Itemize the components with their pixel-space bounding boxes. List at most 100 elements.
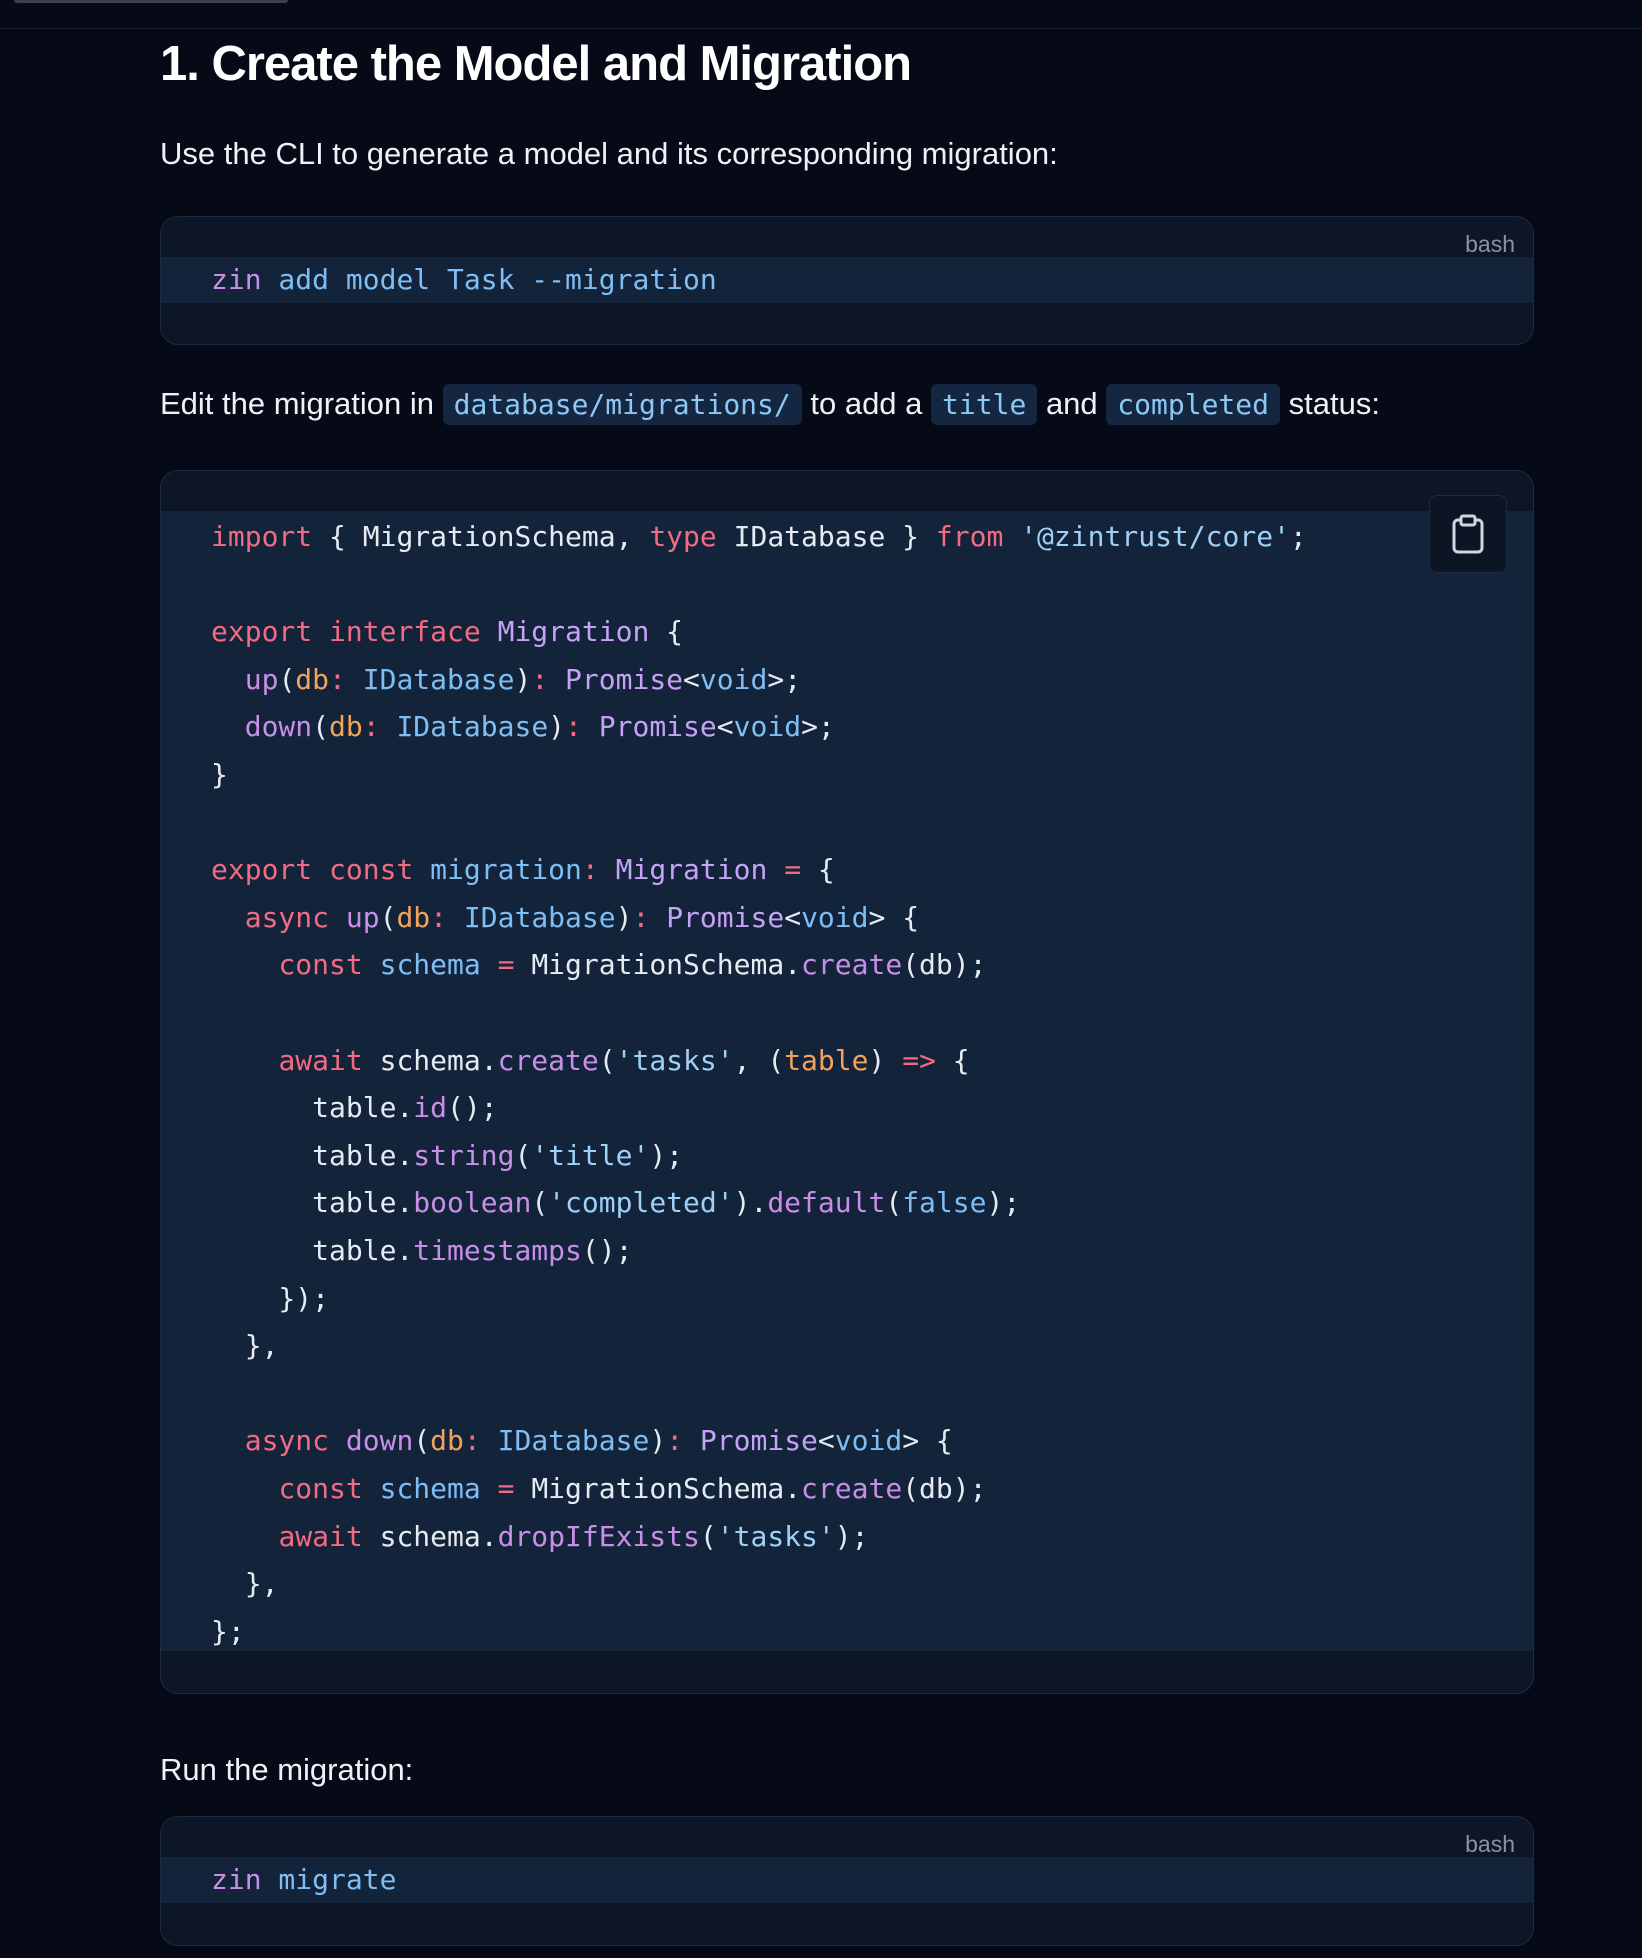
run-command: zin migrate [211,1860,396,1900]
code-token: ); [986,1186,1021,1220]
code-token: ( [514,1138,532,1172]
command-tool: zin [211,1863,262,1896]
code-token: const [278,948,363,982]
edit-text-2: to add a [801,386,932,421]
code-token: : [531,662,549,696]
inline-code-completed: completed [1106,384,1280,425]
code-token: migration [430,853,582,887]
code-token: create [801,1472,903,1505]
language-label: bash [1465,231,1515,257]
clipboard-icon [1452,514,1484,554]
code-token: (db); [902,948,987,982]
code-line: async up(db: IDatabase): Promise<void> { [211,898,919,938]
code-token: = [784,853,802,887]
top-tab-edge [14,0,288,3]
code-token: type [649,520,717,553]
code-token: : [463,1424,481,1458]
code-token: = [497,948,515,982]
code-token: schema [379,948,481,982]
code-token: string [413,1138,515,1172]
code-token: ) [868,1043,903,1077]
code-token: const [329,853,414,887]
code-line: const schema = MigrationSchema.create(db… [211,945,987,985]
run-code-area[interactable]: zin migrate [161,1857,1533,1903]
code-token: , ( [733,1043,785,1077]
code-token: ). [733,1186,768,1220]
code-token: table. [211,1138,414,1172]
copy-button[interactable] [1429,495,1507,573]
code-token: '@zintrust/core' [1020,520,1290,553]
code-token: MigrationSchema. [514,948,802,982]
code-line: }, [211,1564,279,1604]
code-token: void [733,710,802,744]
code-token: import [211,520,313,553]
code-token: < [683,662,700,696]
code-token: await [278,1043,363,1077]
code-token: export [211,853,313,887]
code-token: ) [548,710,566,744]
edit-text-1: Edit the migration in [160,386,443,421]
code-token: 'tasks' [615,1043,734,1077]
code-line: await schema.dropIfExists('tasks'); [211,1517,868,1557]
inline-code-title: title [931,384,1038,425]
code-line: up(db: IDatabase): Promise<void>; [211,660,801,700]
migration-code-area[interactable]: import { MigrationSchema, type IDatabase… [161,511,1533,1651]
code-token: < [817,1424,835,1458]
code-line: }); [211,1279,329,1319]
code-token: IDatabase } [716,520,936,553]
code-token: db [430,1424,464,1458]
language-label: bash [1465,1831,1515,1857]
code-token: 'completed' [548,1186,734,1220]
code-token: IDatabase [396,710,549,744]
code-line: export interface Migration { [211,612,683,652]
code-token: ( [531,1186,549,1220]
code-token: { MigrationSchema, [312,520,650,553]
code-token: > { [868,900,920,934]
code-token: db [396,900,431,934]
code-token: timestamps [413,1234,582,1267]
code-line: async down(db: IDatabase): Promise<void>… [211,1421,953,1461]
code-token: : [430,900,448,934]
code-token: schema [379,1472,481,1505]
code-token: }); [211,1281,330,1315]
code-token: dropIfExists [497,1519,700,1553]
code-token: (db); [902,1472,987,1505]
code-token: 'tasks' [716,1519,835,1553]
code-token: Promise [565,662,684,696]
code-token: IDatabase [463,900,616,934]
code-token: { [935,1043,970,1077]
code-token: create [497,1043,599,1077]
code-token: create [801,948,903,982]
code-token: ( [885,1186,903,1220]
code-token: : [329,662,346,696]
code-token: Migration [497,615,650,649]
cli-code-area[interactable]: zin add model Task --migration [161,257,1533,303]
cli-command: zin add model Task --migration [211,260,717,300]
code-token: Promise [699,1424,818,1458]
code-line: down(db: IDatabase): Promise<void>; [211,707,835,747]
code-token: => [902,1043,936,1077]
run-code-block: bash zin migrate [160,1816,1534,1946]
inline-code-path: database/migrations/ [442,384,802,425]
cli-code-block: bash zin add model Task --migration [160,216,1534,345]
command-tool: zin [211,263,262,296]
code-token: >; [801,710,835,744]
